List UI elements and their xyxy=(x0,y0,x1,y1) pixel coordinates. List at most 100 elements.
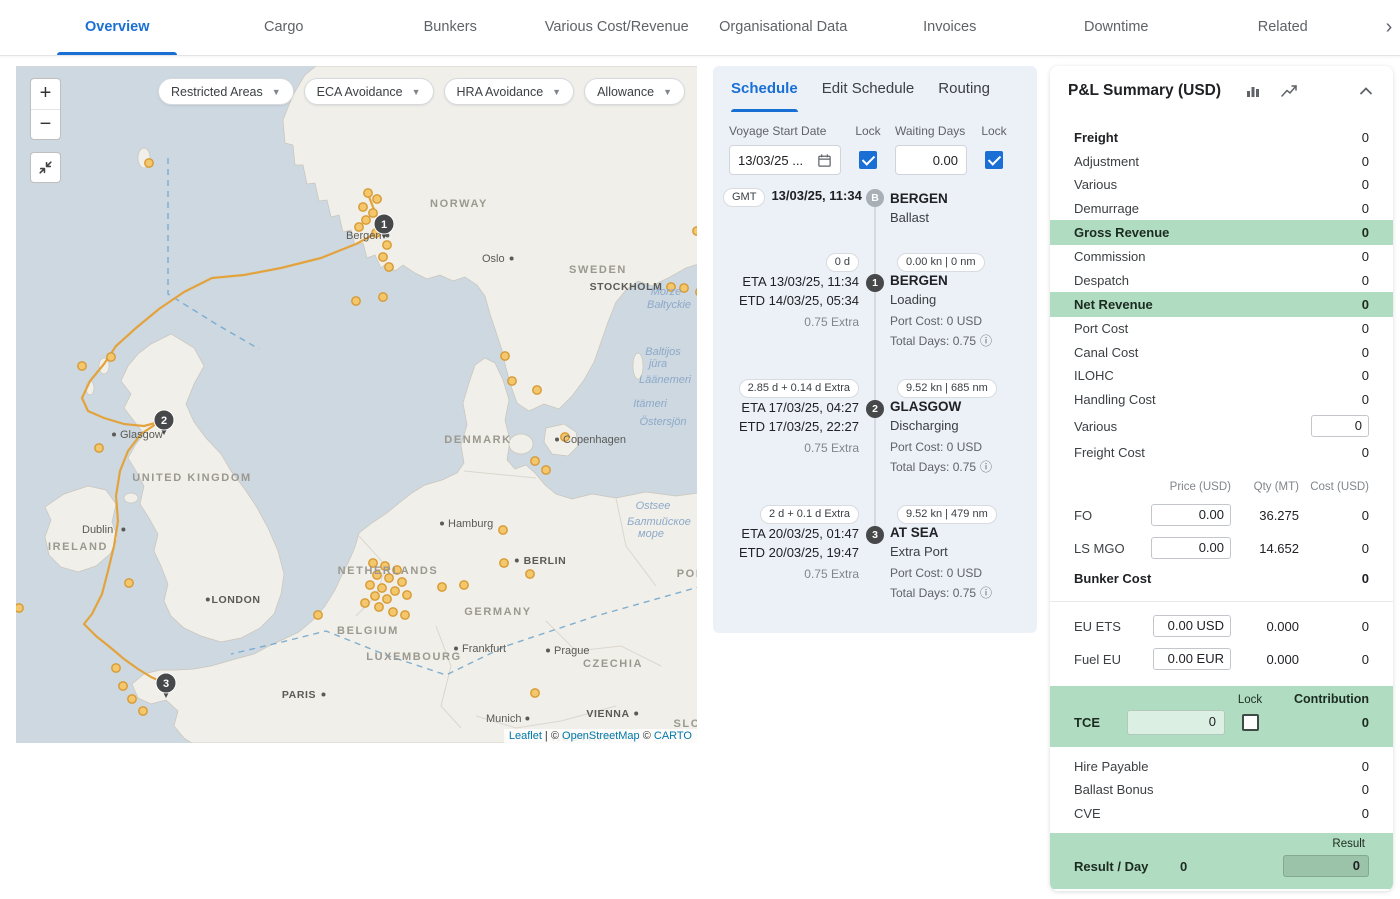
port-dot[interactable] xyxy=(112,664,120,672)
tab-invoices[interactable]: Invoices xyxy=(867,0,1034,55)
tab-organisational-data[interactable]: Organisational Data xyxy=(700,0,867,55)
port-dot[interactable] xyxy=(125,579,133,587)
port-dot[interactable] xyxy=(145,159,153,167)
port-dot[interactable] xyxy=(16,604,23,612)
port-dot[interactable] xyxy=(508,377,516,385)
port-dot[interactable] xyxy=(139,707,147,715)
pnl-row-ilohc: ILOHC0 xyxy=(1050,364,1393,388)
pnl-row-label: Port Cost xyxy=(1074,321,1362,336)
fuel-eu-input[interactable]: 0.00 EUR xyxy=(1153,648,1231,670)
port-dot[interactable] xyxy=(398,578,406,586)
port-dot[interactable] xyxy=(352,297,360,305)
pnl-row-various: Various0 xyxy=(1050,411,1393,441)
leg-total-days: Total Days: 0.75ⓘ xyxy=(890,584,992,601)
port-dot[interactable] xyxy=(401,611,409,619)
map-label-stersj-n: Östersjön xyxy=(639,416,686,428)
fit-bounds-button[interactable] xyxy=(30,152,61,183)
port-dot[interactable] xyxy=(383,241,391,249)
pnl-row-value: 0 xyxy=(1362,225,1369,240)
tab-related[interactable]: Related xyxy=(1200,0,1367,55)
tce-input[interactable]: 0 xyxy=(1127,710,1225,735)
port-dot[interactable] xyxy=(369,209,377,217)
port-dot[interactable] xyxy=(379,293,387,301)
tab-downtime[interactable]: Downtime xyxy=(1033,0,1200,55)
port-dot[interactable] xyxy=(314,611,322,619)
leg-etd: ETD 20/03/25, 19:47 xyxy=(723,545,859,560)
openstreetmap-link[interactable]: OpenStreetMap xyxy=(562,730,640,742)
filter-eca-avoidance[interactable]: ECA Avoidance▼ xyxy=(304,78,434,105)
port-dot[interactable] xyxy=(531,689,539,697)
leaflet-link[interactable]: Leaflet xyxy=(509,730,542,742)
port-dot[interactable] xyxy=(460,581,468,589)
pnl-row-commission: Commission0 xyxy=(1050,245,1393,269)
port-dot[interactable] xyxy=(389,608,397,616)
port-dot[interactable] xyxy=(95,444,103,452)
zoom-in-button[interactable]: + xyxy=(31,79,60,109)
port-dot[interactable] xyxy=(693,227,697,235)
leg-eta: ETA 13/03/25, 11:34 xyxy=(723,274,859,289)
info-icon[interactable]: ⓘ xyxy=(980,460,992,474)
port-dot[interactable] xyxy=(500,559,508,567)
lsmgo-price-input[interactable]: 0.00 xyxy=(1151,537,1231,559)
port-dot[interactable] xyxy=(501,352,509,360)
info-icon[interactable]: ⓘ xyxy=(980,334,992,348)
chevron-down-icon: ▼ xyxy=(552,87,561,97)
pnl-row-label: Adjustment xyxy=(1074,154,1362,169)
map-label-it-meri: Itämeri xyxy=(633,398,667,410)
svg-text:1: 1 xyxy=(381,219,387,231)
various-cost-input[interactable]: 0 xyxy=(1311,415,1369,437)
filter-hra-avoidance[interactable]: HRA Avoidance▼ xyxy=(444,78,575,105)
eu-ets-input[interactable]: 0.00 USD xyxy=(1153,615,1231,637)
zoom-out-button[interactable]: − xyxy=(31,109,60,139)
fo-price-input[interactable]: 0.00 xyxy=(1151,504,1231,526)
city-dot xyxy=(555,438,559,442)
gmt-badge: GMT xyxy=(723,188,765,207)
voyage-map[interactable]: NORWAYSWEDENDENMARKUNITED KINGDOMIRELAND… xyxy=(16,66,697,743)
port-dot[interactable] xyxy=(107,353,115,361)
info-icon[interactable]: ⓘ xyxy=(980,586,992,600)
port-dot[interactable] xyxy=(385,263,393,271)
tab-overview[interactable]: Overview xyxy=(34,0,201,55)
port-dot[interactable] xyxy=(119,682,127,690)
port-dot[interactable] xyxy=(533,386,541,394)
port-dot[interactable] xyxy=(526,570,534,578)
port-dot[interactable] xyxy=(366,581,374,589)
map-label-bergen: Bergen xyxy=(346,230,381,242)
pnl-total-row-net-revenue: Net Revenue0 xyxy=(1050,292,1393,317)
svg-text:3: 3 xyxy=(163,678,169,690)
port-dot[interactable] xyxy=(375,603,383,611)
tab-cargo[interactable]: Cargo xyxy=(201,0,368,55)
port-dot[interactable] xyxy=(359,203,367,211)
carto-link[interactable]: CARTO xyxy=(654,730,692,742)
port-dot[interactable] xyxy=(373,195,381,203)
map-filter-chips: Restricted Areas▼ ECA Avoidance▼ HRA Avoid… xyxy=(158,78,685,105)
timeline-start-datetime: GMT13/03/25, 11:34 xyxy=(723,187,859,207)
port-dot[interactable] xyxy=(542,466,550,474)
filter-allowance[interactable]: Allowance▼ xyxy=(584,78,685,105)
port-dot[interactable] xyxy=(128,695,136,703)
tab-various-cost-revenue[interactable]: Various Cost/Revenue xyxy=(534,0,701,55)
tab-bunkers[interactable]: Bunkers xyxy=(367,0,534,55)
nav-overflow-chevron-icon[interactable]: › xyxy=(1380,0,1398,55)
port-dot[interactable] xyxy=(383,595,391,603)
port-dot[interactable] xyxy=(361,599,369,607)
port-dot[interactable] xyxy=(371,592,379,600)
result-input[interactable]: 0 xyxy=(1283,855,1369,877)
port-dot[interactable] xyxy=(403,591,411,599)
port-dot[interactable] xyxy=(378,584,386,592)
leg-speed-badge: 9.52 kn | 685 nm xyxy=(897,378,997,398)
tce-lock-checkbox[interactable] xyxy=(1242,714,1259,731)
port-dot[interactable] xyxy=(78,362,86,370)
port-dot[interactable] xyxy=(362,216,370,224)
port-dot[interactable] xyxy=(499,526,507,534)
port-dot[interactable] xyxy=(391,587,399,595)
filter-restricted-areas[interactable]: Restricted Areas▼ xyxy=(158,78,294,105)
port-dot[interactable] xyxy=(364,189,372,197)
port-dot[interactable] xyxy=(531,457,539,465)
pnl-row-label: Hire Payable xyxy=(1074,759,1362,774)
port-dot[interactable] xyxy=(438,583,446,591)
line-chart-icon[interactable] xyxy=(1281,83,1299,99)
bar-chart-icon[interactable] xyxy=(1245,83,1261,99)
collapse-chevron-icon[interactable] xyxy=(1359,86,1373,96)
port-dot[interactable] xyxy=(379,253,387,261)
